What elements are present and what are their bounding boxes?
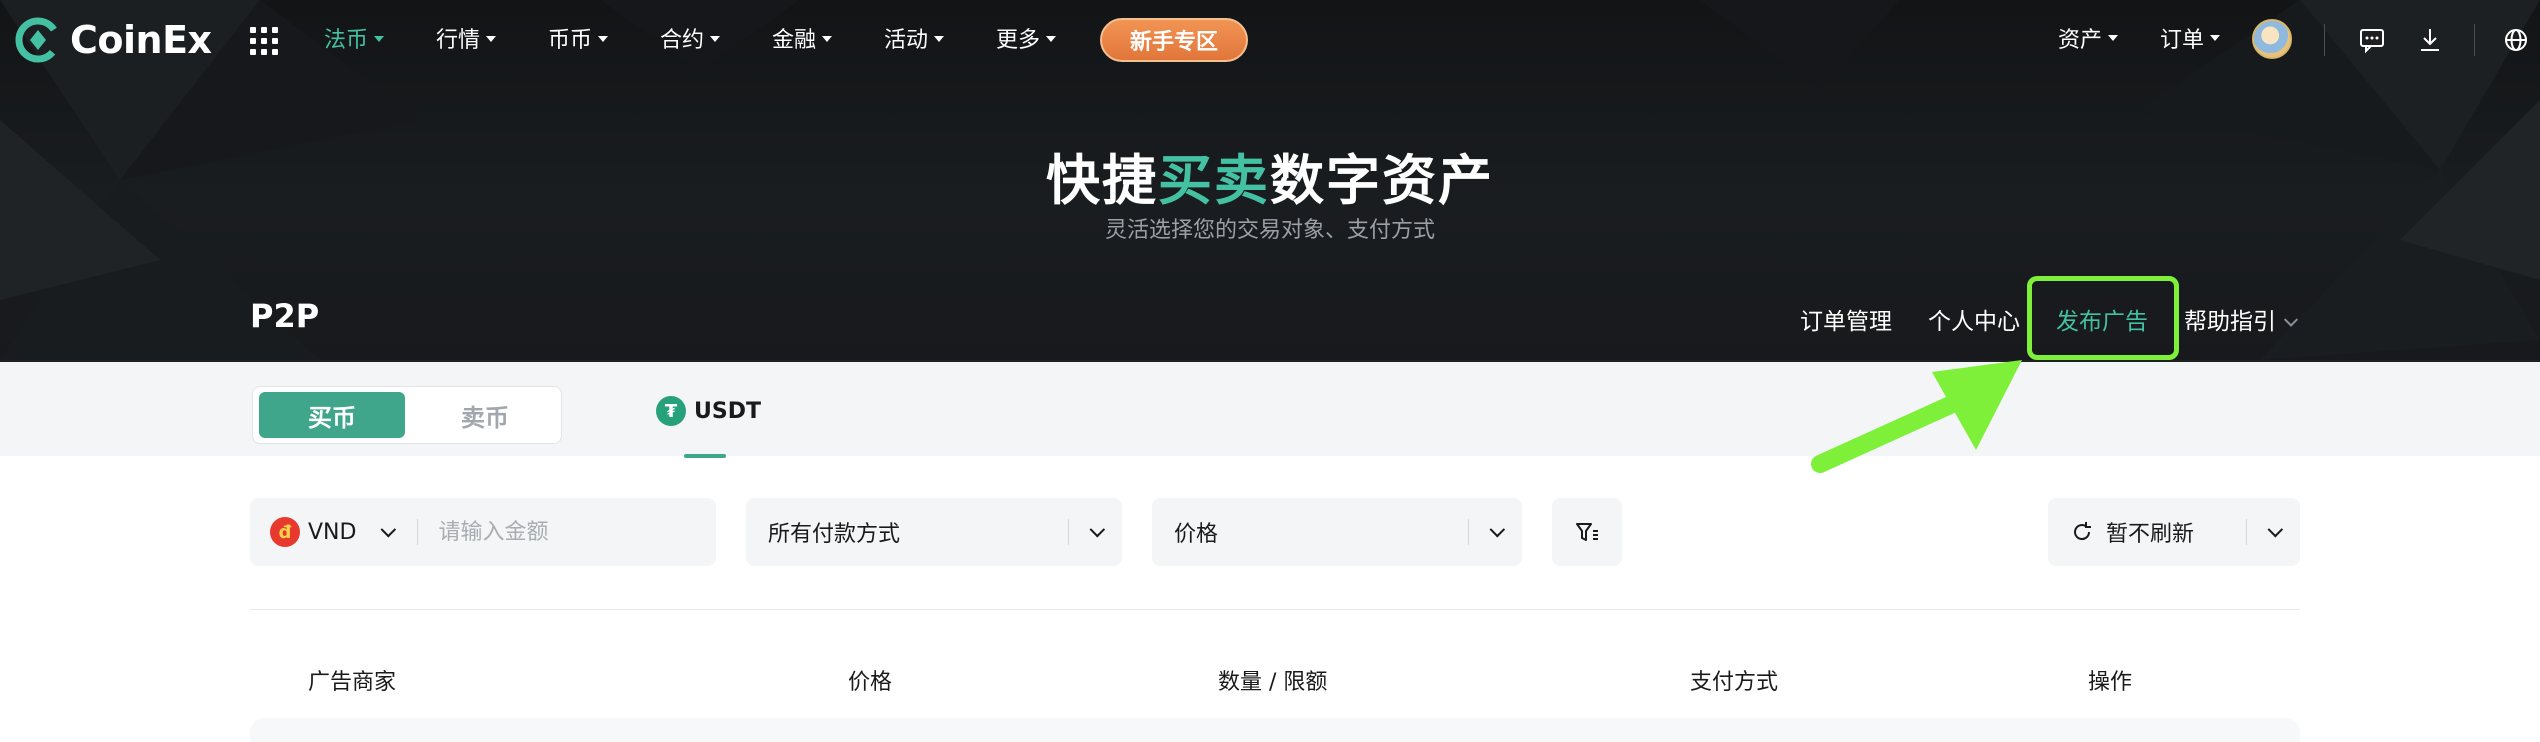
top-navigation: CoinEx 法币 行情 币币 合约 金融 活动 更多 新手专区 资产 订单	[0, 0, 2540, 80]
orders-menu[interactable]: 订单	[2160, 22, 2221, 54]
field-divider	[417, 519, 419, 545]
vnd-currency-icon: đ	[270, 517, 300, 547]
refresh-value: 暂不刷新	[2106, 522, 2195, 547]
payment-method-select[interactable]: 所有付款方式	[746, 498, 1122, 566]
chevron-down-icon	[2283, 312, 2299, 327]
refresh-icon	[2074, 522, 2091, 541]
amount-filter: đ VND	[250, 498, 716, 566]
tether-icon: ₮	[656, 396, 686, 426]
menu-market[interactable]: 行情	[436, 22, 497, 54]
message-icon[interactable]	[2356, 24, 2388, 56]
currency-select[interactable]: VND	[308, 520, 356, 545]
globe-icon[interactable]	[2500, 24, 2532, 56]
field-divider	[1068, 519, 1069, 545]
caret-down-icon	[934, 36, 945, 42]
apps-grid-icon[interactable]	[250, 27, 278, 55]
brand-name: CoinEx	[70, 18, 212, 62]
download-icon[interactable]	[2414, 24, 2446, 56]
p2p-title: P2P	[250, 297, 320, 335]
coinex-logo-icon	[15, 17, 61, 63]
caret-down-icon	[598, 36, 609, 42]
column-header-price: 价格	[848, 670, 893, 695]
column-header-amount-limit: 数量 / 限额	[1218, 670, 1328, 695]
nav-divider	[2474, 24, 2475, 56]
field-divider	[2246, 519, 2247, 545]
menu-finance[interactable]: 金融	[772, 22, 833, 54]
nav-divider	[2324, 24, 2325, 56]
chevron-down-icon	[1089, 521, 1106, 537]
trade-tab-strip: 买币 卖币 ₮ USDT	[0, 360, 2540, 458]
active-coin-indicator	[684, 454, 726, 458]
annotation-arrow	[1811, 360, 2022, 473]
headline-accent: 买卖	[1158, 149, 1270, 212]
assets-menu[interactable]: 资产	[2058, 22, 2119, 54]
hero-subtitle: 灵活选择您的交易对象、支付方式	[1104, 218, 1435, 243]
column-header-action: 操作	[2088, 670, 2133, 695]
chevron-down-icon	[1489, 521, 1506, 537]
column-header-merchant: 广告商家	[308, 670, 397, 695]
advanced-filter-button[interactable]	[1552, 498, 1622, 566]
menu-fiat[interactable]: 法币	[324, 22, 385, 54]
sort-value: 价格	[1174, 522, 1219, 547]
personal-center-link[interactable]: 个人中心	[1928, 302, 2020, 336]
section-divider	[250, 609, 2300, 610]
caret-down-icon	[710, 36, 721, 42]
amount-input[interactable]	[438, 519, 699, 545]
chevron-down-icon[interactable]	[381, 521, 397, 537]
caret-down-icon	[2210, 35, 2221, 41]
newbie-zone-button[interactable]: 新手专区	[1100, 18, 1248, 62]
caret-down-icon	[1046, 36, 1057, 42]
sell-tab[interactable]: 卖币	[413, 392, 557, 438]
caret-down-icon	[822, 36, 833, 42]
coin-tab-usdt[interactable]: ₮ USDT	[656, 396, 761, 426]
refresh-select[interactable]: 暂不刷新	[2048, 498, 2300, 566]
post-ad-highlight-box	[2027, 276, 2179, 360]
sort-price-select[interactable]: 价格	[1152, 498, 1522, 566]
help-guide-menu[interactable]: 帮助指引	[2184, 302, 2299, 336]
user-avatar[interactable]	[2252, 19, 2292, 59]
caret-down-icon	[486, 36, 497, 42]
filter-icon	[1576, 523, 1598, 541]
help-guide-label: 帮助指引	[2184, 309, 2276, 335]
field-divider	[1468, 519, 1469, 545]
buy-sell-toggle: 买币 卖币	[252, 386, 562, 444]
payment-method-value: 所有付款方式	[768, 522, 901, 547]
headline-part: 数字资产	[1270, 149, 1494, 212]
buy-tab[interactable]: 买币	[259, 392, 405, 438]
column-header-payment: 支付方式	[1690, 670, 1779, 695]
hero-headline: 快捷买卖数字资产	[0, 136, 2540, 215]
coinex-logo[interactable]: CoinEx	[14, 16, 212, 64]
chevron-down-icon	[2267, 521, 2284, 537]
table-row	[250, 718, 2300, 742]
caret-down-icon	[374, 36, 385, 42]
menu-more[interactable]: 更多	[996, 22, 1057, 54]
order-management-link[interactable]: 订单管理	[1800, 302, 1892, 336]
caret-down-icon	[2108, 35, 2119, 41]
menu-activity[interactable]: 活动	[884, 22, 945, 54]
menu-futures[interactable]: 合约	[660, 22, 721, 54]
headline-part: 快捷	[1046, 149, 1158, 212]
menu-spot[interactable]: 币币	[548, 22, 609, 54]
coin-label: USDT	[694, 398, 761, 424]
